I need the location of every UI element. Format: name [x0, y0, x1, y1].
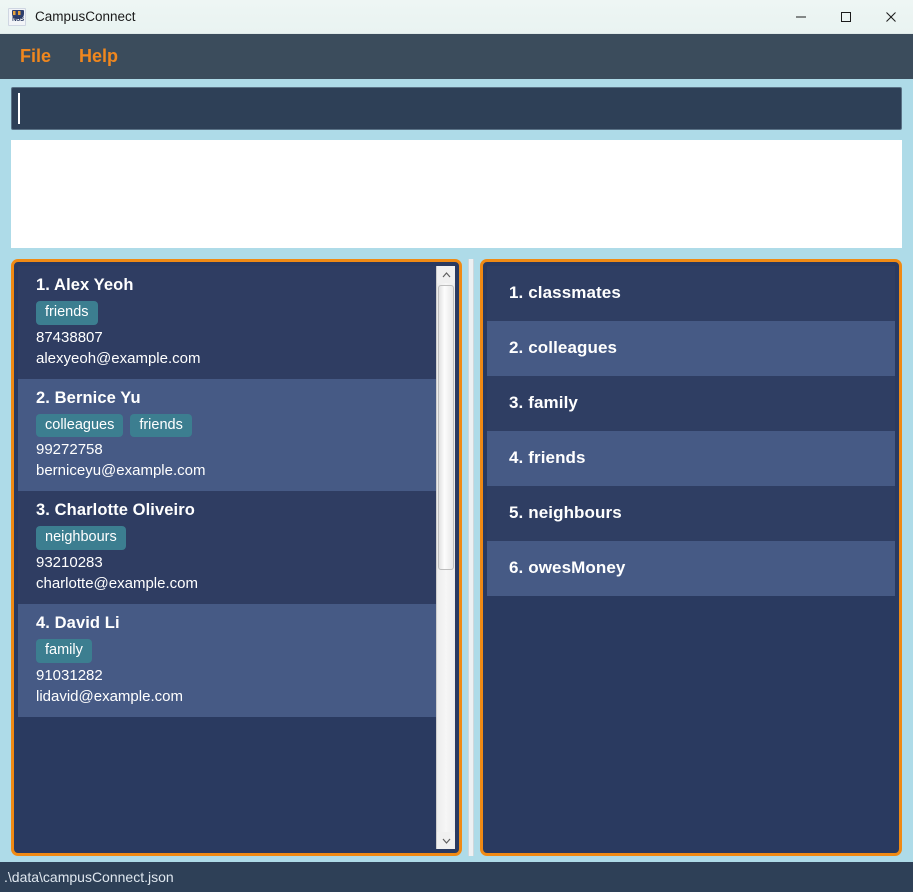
- command-box-container: [0, 79, 913, 130]
- tag-list[interactable]: 1. classmates 2. colleagues 3. family 4. fr…: [487, 266, 895, 849]
- panel-splitter[interactable]: [462, 259, 480, 856]
- scroll-up-button[interactable]: [437, 266, 455, 283]
- person-card[interactable]: 4. David Li family 91031282 lidavid@example…: [18, 604, 436, 717]
- maximize-button[interactable]: [823, 0, 868, 34]
- chevron-down-icon: [442, 838, 450, 844]
- tag-list-item-label: friends: [528, 448, 586, 467]
- person-index: 3.: [36, 501, 55, 520]
- person-phone: 99272758: [36, 441, 103, 459]
- person-email: charlotte@example.com: [36, 575, 198, 593]
- status-bar: .\data\campusConnect.json: [0, 862, 913, 892]
- person-name-text: Alex Yeoh: [54, 276, 134, 294]
- tag-list-item-label: family: [528, 393, 578, 412]
- person-name: 3. Charlotte Oliveiro: [36, 501, 436, 520]
- window-controls: [778, 0, 913, 34]
- tag-list-item[interactable]: 6. owesMoney: [487, 541, 895, 596]
- tag-list-item[interactable]: 3. family: [487, 376, 895, 431]
- person-tags: family: [36, 639, 436, 663]
- person-list-scrollbar[interactable]: [436, 266, 455, 849]
- person-email: berniceyu@example.com: [36, 462, 206, 480]
- person-email: lidavid@example.com: [36, 687, 183, 705]
- tag-list-item-index: 6.: [509, 558, 524, 577]
- tag-list-item[interactable]: 4. friends: [487, 431, 895, 486]
- tag-pill: friends: [130, 413, 192, 438]
- status-bar-file-path: .\data\campusConnect.json: [4, 869, 174, 885]
- person-card[interactable]: 1. Alex Yeoh friends 87438807 alexyeoh@exam…: [18, 266, 436, 379]
- tag-list-item-label: classmates: [528, 283, 621, 302]
- person-list-panel: 1. Alex Yeoh friends 87438807 alexyeoh@exam…: [11, 259, 462, 856]
- person-tags: friends: [36, 301, 436, 325]
- scrollbar-track[interactable]: [437, 283, 455, 832]
- person-list-inner: 1. Alex Yeoh friends 87438807 alexyeoh@exam…: [18, 266, 455, 849]
- app-window: NUS CampusConnect File Help 1. Alex Yeoh…: [0, 0, 913, 892]
- close-button[interactable]: [868, 0, 913, 34]
- person-email: alexyeoh@example.com: [36, 349, 201, 367]
- person-index: 1.: [36, 276, 55, 294]
- tag-list-item[interactable]: 2. colleagues: [487, 321, 895, 376]
- tag-list-item-index: 5.: [509, 503, 524, 522]
- person-name: 1. Alex Yeoh: [36, 276, 436, 295]
- person-name-text: David Li: [54, 614, 120, 633]
- person-tags: neighbours: [36, 526, 436, 551]
- person-phone: 91031282: [36, 666, 103, 684]
- tag-list-item-index: 4.: [509, 448, 524, 467]
- nus-crest-icon: NUS: [8, 7, 26, 26]
- person-name: 4. David Li: [36, 614, 436, 633]
- person-list[interactable]: 1. Alex Yeoh friends 87438807 alexyeoh@exam…: [18, 266, 436, 849]
- tag-list-item-label: owesMoney: [528, 558, 626, 577]
- person-card[interactable]: 3. Charlotte Oliveiro neighbours 93210283 c…: [18, 491, 436, 605]
- person-tags: colleagues friends: [36, 413, 436, 438]
- tag-list-item-index: 3.: [509, 393, 524, 412]
- tag-list-item[interactable]: 5. neighbours: [487, 486, 895, 541]
- minimize-icon: [795, 16, 806, 17]
- tag-list-item-label: colleagues: [528, 338, 618, 357]
- tag-list-panel: 1. classmates 2. colleagues 3. family 4. fr…: [480, 259, 902, 856]
- menu-item-file[interactable]: File: [16, 44, 55, 69]
- result-display: [11, 140, 902, 248]
- text-caret: [18, 93, 20, 124]
- splitter-handle[interactable]: [468, 259, 474, 856]
- tag-pill: family: [36, 639, 92, 663]
- tag-list-inner: 1. classmates 2. colleagues 3. family 4. fr…: [487, 266, 895, 849]
- menu-item-help[interactable]: Help: [75, 44, 122, 69]
- result-display-container: [0, 130, 913, 248]
- person-phone: 93210283: [36, 554, 103, 572]
- tag-list-item-index: 2.: [509, 338, 524, 357]
- close-icon: [885, 11, 896, 22]
- window-title: CampusConnect: [35, 9, 136, 24]
- tag-pill: friends: [36, 301, 98, 325]
- person-index: 2.: [36, 388, 55, 407]
- person-name-text: Charlotte Oliveiro: [54, 501, 195, 520]
- person-name: 2. Bernice Yu: [36, 389, 436, 408]
- scroll-down-button[interactable]: [437, 832, 455, 849]
- person-name-text: Bernice Yu: [54, 388, 141, 407]
- tag-pill: colleagues: [36, 413, 124, 438]
- tag-pill: neighbours: [36, 526, 126, 551]
- person-phone: 87438807: [36, 328, 103, 346]
- scrollbar-thumb[interactable]: [438, 285, 454, 571]
- chevron-up-icon: [442, 271, 450, 277]
- tag-list-item-label: neighbours: [528, 503, 622, 522]
- title-bar: NUS CampusConnect: [0, 0, 913, 34]
- command-input[interactable]: [11, 87, 902, 130]
- minimize-button[interactable]: [778, 0, 823, 34]
- person-card[interactable]: 2. Bernice Yu colleagues friends 99272758 be…: [18, 378, 436, 492]
- maximize-icon: [840, 11, 851, 22]
- person-index: 4.: [36, 614, 55, 633]
- tag-list-item[interactable]: 1. classmates: [487, 266, 895, 321]
- tag-list-item-index: 1.: [509, 283, 524, 302]
- result-display-text: [12, 141, 901, 153]
- panels-row: 1. Alex Yeoh friends 87438807 alexyeoh@exam…: [0, 248, 913, 862]
- menu-bar: File Help: [0, 34, 913, 79]
